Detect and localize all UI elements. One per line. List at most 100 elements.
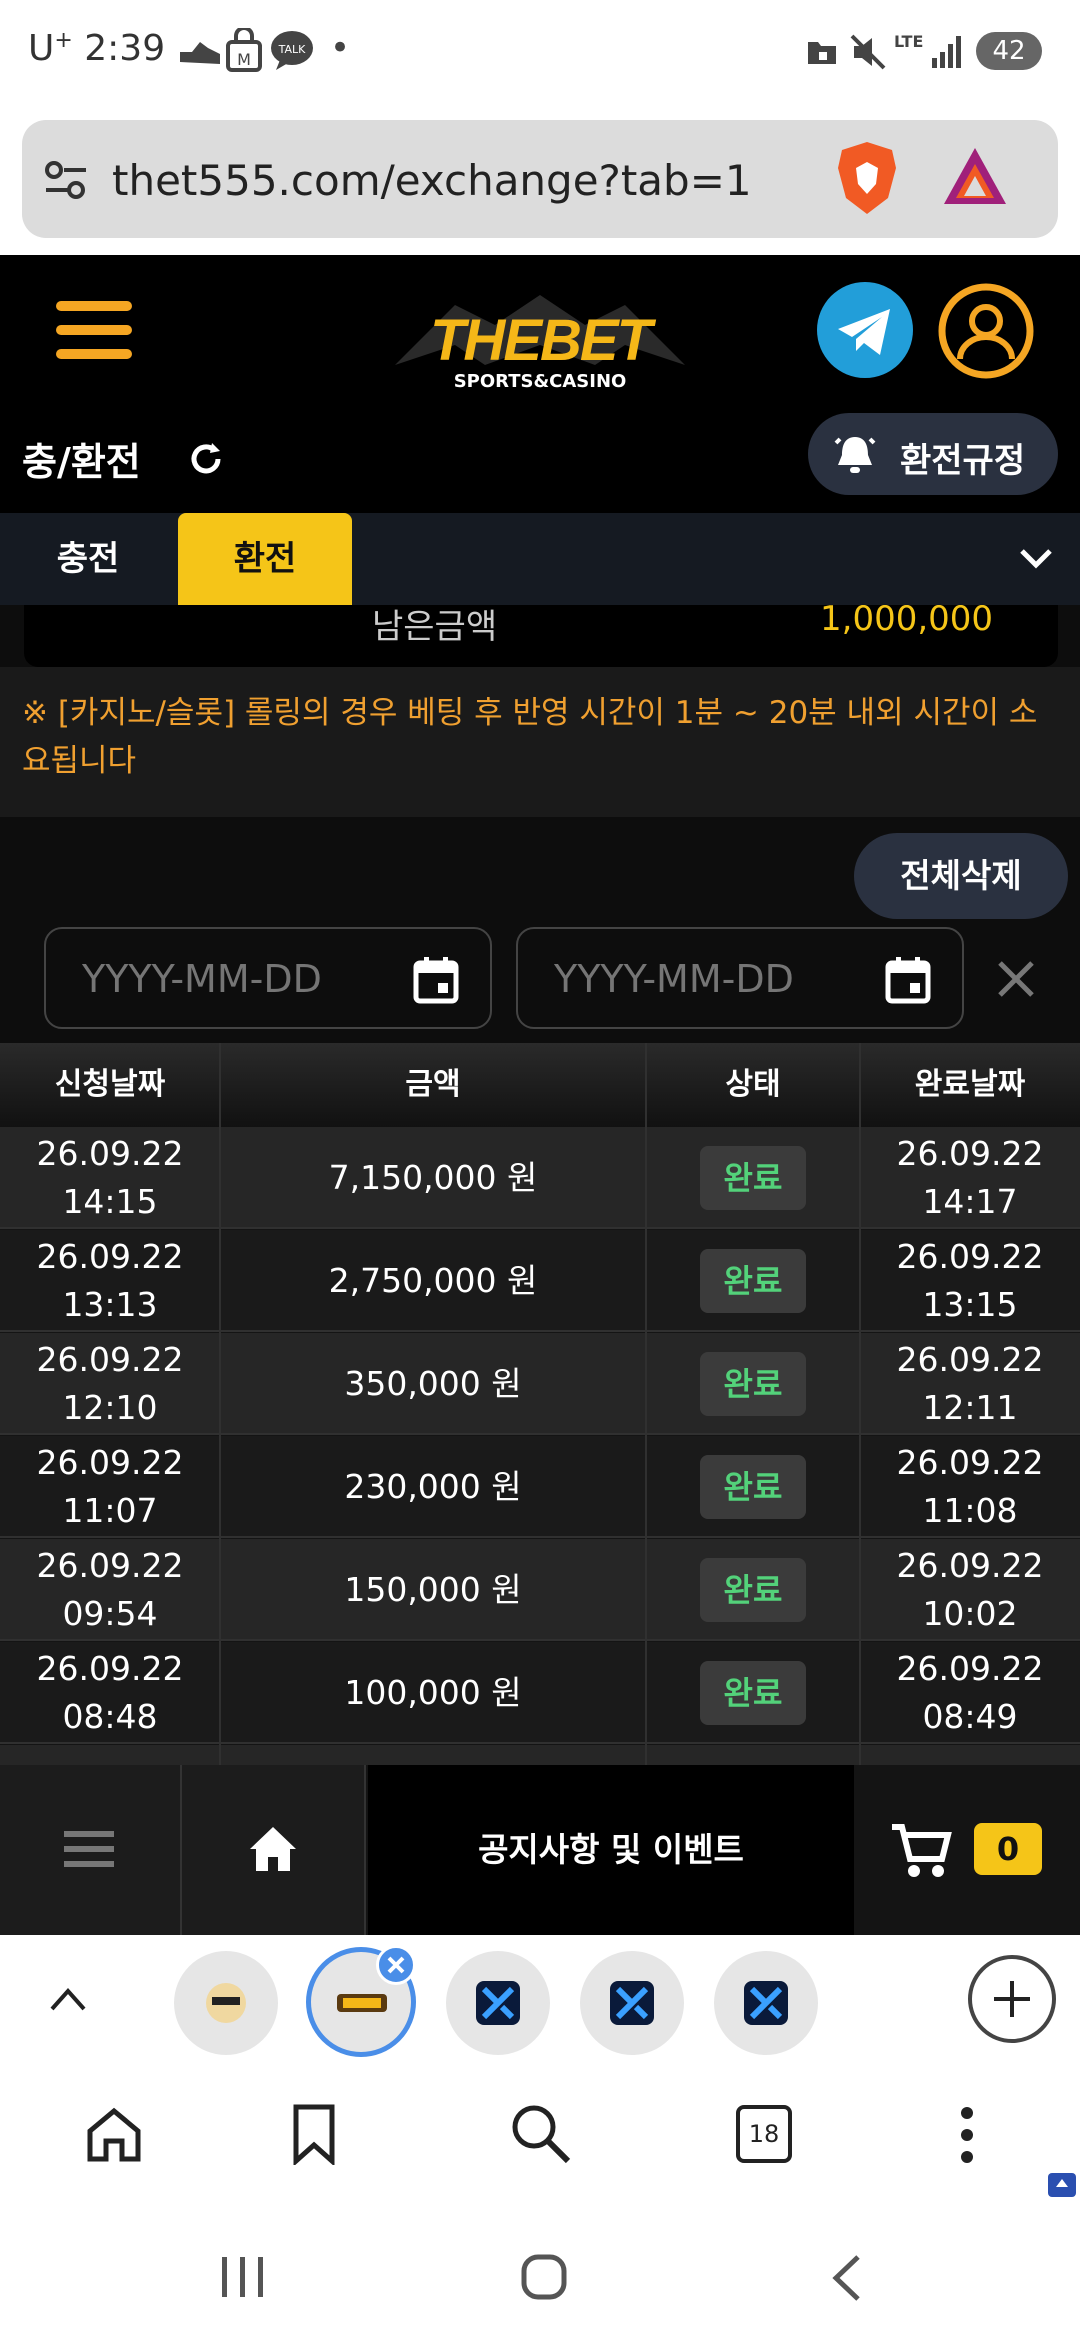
tab-deposit[interactable]: 충전 bbox=[0, 513, 176, 605]
browser-home-icon[interactable] bbox=[84, 2105, 144, 2165]
home-button[interactable] bbox=[182, 1765, 366, 1935]
home-icon bbox=[250, 1827, 296, 1871]
brave-rewards-icon[interactable] bbox=[940, 142, 1010, 212]
amount: 150,000 원 bbox=[344, 1570, 522, 1609]
amount: 100,000 원 bbox=[344, 1673, 522, 1712]
browser-tab-4[interactable] bbox=[580, 1951, 684, 2055]
table-cell: 26.09.22 09:54 bbox=[0, 1539, 220, 1641]
status-badge: 완료 bbox=[700, 1455, 806, 1519]
tab-favicon-icon bbox=[744, 1981, 788, 2025]
status-bar: U+ 2:39 M TALK • LTE 42 bbox=[0, 0, 1080, 105]
table-cell: 100,000 원 bbox=[220, 1642, 646, 1744]
table-row: 26.09.22 12:10 350,000 원 완료 26.09.22 12:11 bbox=[0, 1333, 1080, 1435]
complete-time: 13:15 bbox=[922, 1285, 1018, 1324]
bottom-menu-button[interactable] bbox=[0, 1765, 182, 1935]
complete-date: 26.09.22 bbox=[896, 1443, 1044, 1482]
table-row: 26.09.22 11:07 230,000 원 완료 26.09.22 11:08 bbox=[0, 1436, 1080, 1538]
end-date-field[interactable] bbox=[516, 927, 964, 1029]
more-options-icon[interactable] bbox=[954, 2105, 980, 2165]
url-text: thet555.com/exchange?tab=1 bbox=[112, 156, 752, 205]
table-cell: 26.09.22 13:15 bbox=[860, 1230, 1080, 1332]
tab-withdraw[interactable]: 환전 bbox=[178, 513, 352, 605]
table-cell: 완료 bbox=[646, 1333, 860, 1435]
site-logo[interactable]: THEBET SPORTS&CASINO bbox=[395, 285, 685, 395]
table-row: 26.09.22 14:15 7,150,000 원 완료 26.09.22 14:17 bbox=[0, 1127, 1080, 1229]
user-profile-icon[interactable] bbox=[936, 281, 1036, 381]
chevron-up-icon[interactable] bbox=[48, 1985, 88, 2013]
complete-date: 26.09.22 bbox=[896, 1340, 1044, 1379]
cart-count-badge: 0 bbox=[974, 1823, 1042, 1875]
table-row: 26.09.22 09:54 150,000 원 완료 26.09.22 10:02 bbox=[0, 1539, 1080, 1641]
menu-hamburger-icon[interactable] bbox=[56, 301, 132, 361]
complete-date: 26.09.22 bbox=[896, 1649, 1044, 1688]
table-cell: 완료 bbox=[646, 1230, 860, 1332]
balance-label: 남은금액 bbox=[372, 607, 498, 647]
status-badge: 완료 bbox=[700, 1249, 806, 1313]
address-bar[interactable]: thet555.com/exchange?tab=1 bbox=[22, 120, 1058, 238]
alarm-bell-icon bbox=[834, 437, 876, 473]
browser-tab-strip bbox=[0, 1935, 1080, 2075]
start-date-field[interactable] bbox=[44, 927, 492, 1029]
cart-button[interactable]: 0 bbox=[854, 1765, 1080, 1935]
request-time: 12:10 bbox=[62, 1388, 158, 1427]
browser-tab-1[interactable] bbox=[174, 1951, 278, 2055]
svg-text:M: M bbox=[237, 50, 251, 69]
screen-record-icon bbox=[1048, 2173, 1076, 2197]
battery-indicator: 42 bbox=[976, 32, 1042, 70]
status-badge: 완료 bbox=[700, 1146, 806, 1210]
recent-apps-icon[interactable] bbox=[218, 2255, 268, 2299]
request-date: 26.09.22 bbox=[36, 1237, 184, 1276]
table-cell: 26.09.22 12:10 bbox=[0, 1333, 220, 1435]
request-date: 26.09.22 bbox=[36, 1546, 184, 1585]
brave-shield-icon[interactable] bbox=[832, 138, 902, 218]
refresh-icon[interactable] bbox=[186, 439, 226, 479]
status-badge: 완료 bbox=[700, 1661, 806, 1725]
notice-area: ※ [카지노/슬롯] 롤링의 경우 베팅 후 반영 시간이 1분 ~ 20분 내… bbox=[0, 667, 1080, 817]
close-tab-icon[interactable] bbox=[376, 1945, 416, 1985]
table-row: 26.09.22 13:13 2,750,000 원 완료 26.09.22 13:15 bbox=[0, 1230, 1080, 1332]
exchange-rules-button[interactable]: 환전규정 bbox=[808, 413, 1058, 495]
complete-time: 12:11 bbox=[922, 1388, 1018, 1427]
browser-tab-5[interactable] bbox=[714, 1951, 818, 2055]
calendar-icon[interactable] bbox=[410, 953, 462, 1005]
tab-bar: 충전 환전 bbox=[0, 513, 1080, 605]
notice-events-link[interactable]: 공지사항 및 이벤트 bbox=[368, 1765, 854, 1935]
start-date-input[interactable] bbox=[82, 953, 412, 1005]
request-time: 09:54 bbox=[62, 1594, 158, 1633]
amount: 2,750,000 원 bbox=[328, 1261, 538, 1300]
bookmark-icon[interactable] bbox=[292, 2103, 336, 2165]
table-cell: 26.09.21 bbox=[0, 1745, 220, 1765]
header-status: 상태 bbox=[725, 1067, 781, 1102]
home-nav-icon[interactable] bbox=[520, 2253, 568, 2301]
browser-tab-3[interactable] bbox=[446, 1951, 550, 2055]
delete-all-button[interactable]: 전체삭제 bbox=[854, 833, 1068, 919]
complete-time: 10:02 bbox=[922, 1594, 1018, 1633]
table-cell bbox=[220, 1745, 646, 1765]
tab-count-button[interactable]: 18 bbox=[736, 2105, 792, 2163]
new-tab-button[interactable] bbox=[968, 1955, 1056, 2043]
end-date-input[interactable] bbox=[554, 953, 884, 1005]
table-cell: 완료 bbox=[646, 1642, 860, 1744]
table-cell: 완료 bbox=[646, 1436, 860, 1538]
back-icon[interactable] bbox=[828, 2253, 864, 2303]
table-cell: 26.09.22 08:49 bbox=[860, 1642, 1080, 1744]
request-date: 26.09.22 bbox=[36, 1134, 184, 1173]
site-settings-icon[interactable] bbox=[44, 158, 88, 202]
calendar-icon[interactable] bbox=[882, 953, 934, 1005]
balance-value: 1,000,000 bbox=[820, 605, 994, 639]
table-cell: 26.09.22 11:07 bbox=[0, 1436, 220, 1538]
amount: 230,000 원 bbox=[344, 1467, 522, 1506]
search-icon[interactable] bbox=[510, 2103, 572, 2165]
complete-date: 26.09.22 bbox=[896, 1546, 1044, 1585]
browser-toolbar: thet555.com/exchange?tab=1 bbox=[0, 105, 1080, 255]
telegram-icon[interactable] bbox=[816, 281, 914, 379]
tab-favicon-icon bbox=[476, 1981, 520, 2025]
request-time: 08:48 bbox=[62, 1697, 158, 1736]
table-row: 26.09.22 08:48 100,000 원 완료 26.09.22 08:49 bbox=[0, 1642, 1080, 1744]
talk-icon: TALK bbox=[271, 31, 313, 70]
clear-dates-icon[interactable] bbox=[996, 959, 1036, 999]
svg-text:TALK: TALK bbox=[278, 43, 307, 56]
status-badge: 완료 bbox=[700, 1558, 806, 1622]
chevron-down-icon[interactable] bbox=[1018, 543, 1054, 573]
table-cell: 26.09.22 10:02 bbox=[860, 1539, 1080, 1641]
